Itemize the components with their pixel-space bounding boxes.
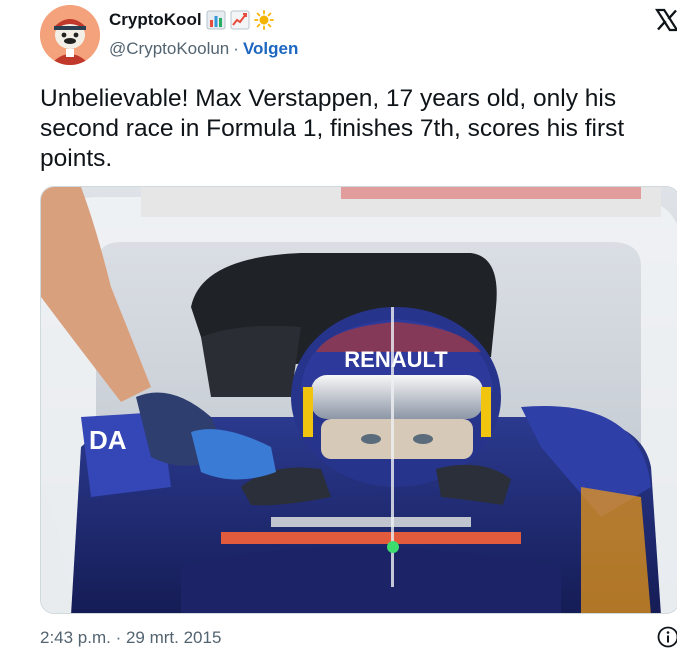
author-handle[interactable]: @CryptoKoolun	[109, 39, 229, 59]
separator: ·	[233, 39, 239, 58]
tweet-timestamp[interactable]: 2:43 p.m. · 29 mrt. 2015	[40, 628, 221, 648]
author-name-row: CryptoKool	[109, 10, 274, 30]
bar-chart-emoji-icon	[206, 10, 226, 30]
avatar[interactable]	[40, 5, 100, 65]
info-icon[interactable]	[656, 625, 677, 649]
author-handle-row: @CryptoKoolun · Volgen	[109, 39, 298, 59]
follow-button[interactable]: Volgen	[243, 39, 298, 59]
author-display-name[interactable]: CryptoKool	[109, 10, 202, 30]
tweet-text: Unbelievable! Max Verstappen, 17 years o…	[40, 85, 625, 172]
x-logo-icon[interactable]	[655, 8, 677, 32]
sun-emoji-icon	[253, 10, 274, 30]
car-livery-text: DA	[89, 425, 127, 455]
tweet-card: CryptoKool @CryptoKoolun · Volgen Unbeli…	[0, 0, 677, 656]
helmet-logo-text: RENAULT	[344, 347, 448, 372]
chart-increasing-emoji-icon	[230, 10, 250, 30]
tweet-photo[interactable]: RENAULT DA	[40, 186, 677, 614]
